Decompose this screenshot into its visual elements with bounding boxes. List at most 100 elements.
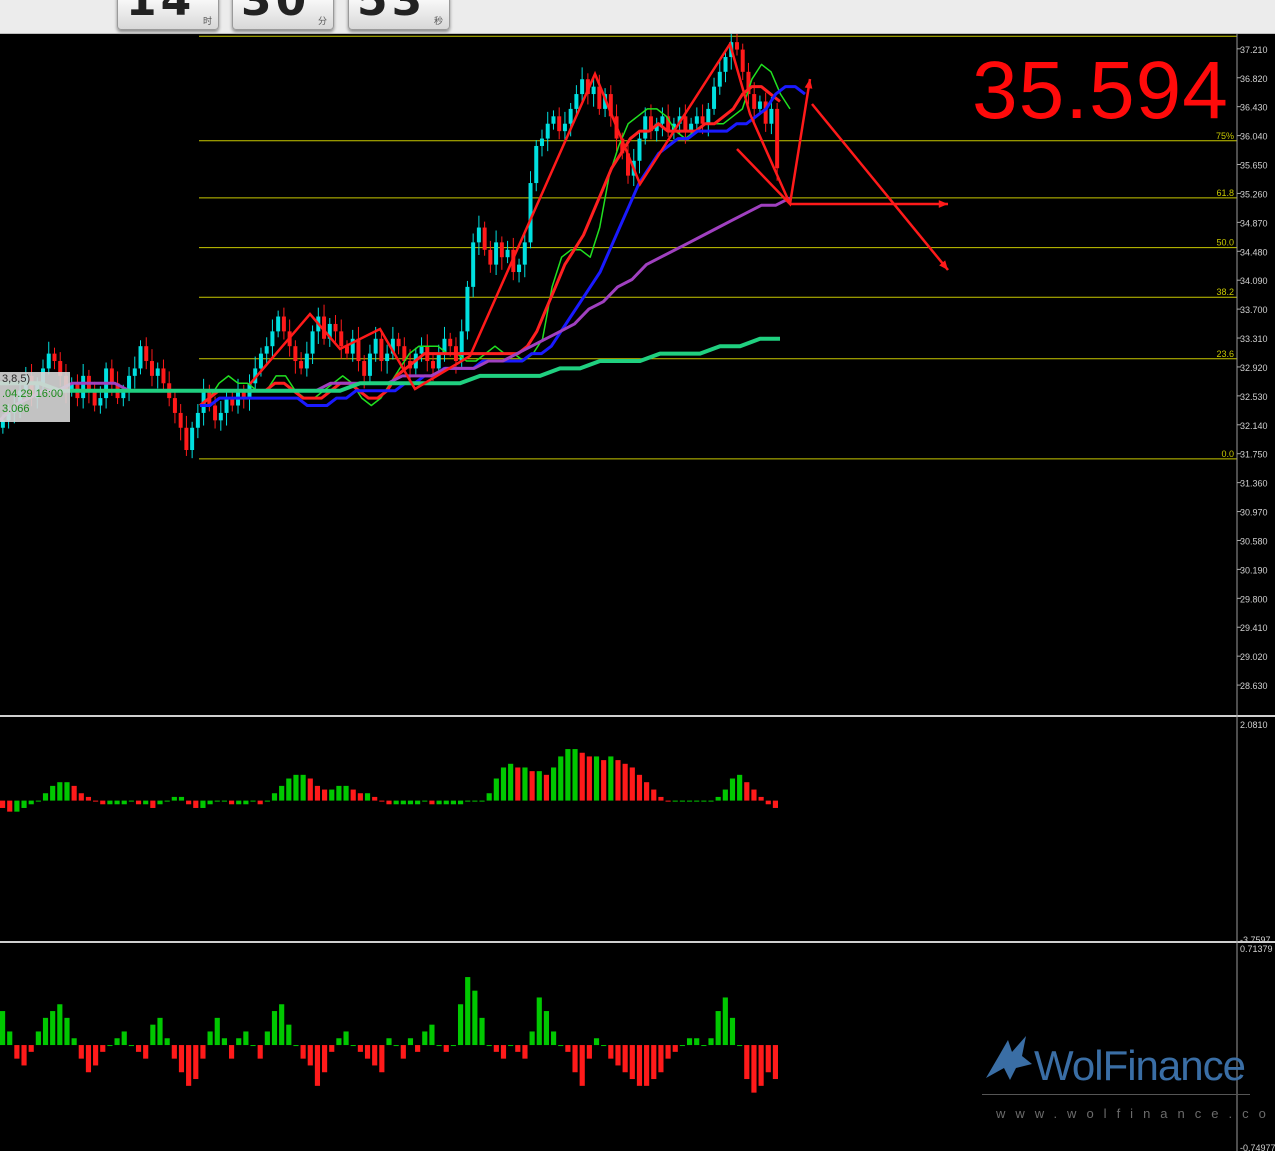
oscillator-2-bar: [50, 1011, 56, 1046]
clock-seconds-unit: 秒: [433, 16, 443, 26]
oscillator-2-bar: [508, 1045, 514, 1047]
candle-body: [683, 116, 688, 132]
candle-body: [379, 338, 384, 362]
oscillator-1-bar: [200, 800, 206, 808]
oscillator-1-bar: [515, 767, 521, 801]
candle-body: [476, 227, 481, 243]
oscillator-1-bar: [128, 800, 134, 802]
oscillator-2-bar: [314, 1045, 321, 1086]
y-tick-label: 32.530: [1240, 392, 1268, 402]
oscillator-2-bar: [71, 1038, 77, 1046]
y-tick-label: 34.870: [1240, 218, 1268, 228]
y-tick-label: 33.310: [1240, 334, 1268, 344]
y-tick-label: 32.140: [1240, 421, 1268, 431]
oscillator-1-bar: [279, 785, 285, 801]
oscillator-2-bar: [551, 1031, 557, 1046]
oscillator-2-bar: [622, 1045, 628, 1073]
ma-info-params: 3,8,5): [2, 373, 31, 385]
oscillator-1-bar: [665, 800, 671, 802]
candle-body: [499, 242, 504, 258]
oscillator-1-bar: [300, 774, 306, 801]
oscillator-1-bar: [443, 800, 449, 805]
oscillator-2-bar: [708, 1038, 714, 1046]
oscillator-2-bar: [601, 1045, 607, 1047]
oscillator-2-bar: [143, 1045, 149, 1059]
oscillator-1-bar: [7, 800, 13, 812]
oscillator-2-tick-label: -0.74977: [1240, 1143, 1275, 1151]
oscillator-2-bar: [558, 1045, 564, 1047]
oscillator-1-bar: [107, 800, 113, 805]
candle-body: [775, 108, 780, 169]
candle-body: [717, 71, 722, 87]
oscillator-2-bar: [193, 1045, 199, 1080]
oscillator-1-bar: [157, 800, 163, 805]
oscillator-1-bar: [100, 800, 106, 805]
candle-body: [494, 242, 499, 265]
ma-info-value: 3.066: [2, 403, 30, 415]
candle-body: [172, 398, 177, 413]
candle-body: [431, 361, 436, 369]
oscillator-1-bar: [42, 793, 49, 801]
oscillator-2-bar: [171, 1045, 177, 1059]
oscillator-2-bar: [178, 1045, 185, 1073]
oscillator-1-bar: [286, 778, 292, 801]
oscillator-1-bar: [429, 800, 435, 805]
candle-body: [505, 249, 510, 258]
oscillator-1-bar: [186, 800, 192, 805]
oscillator-1-bar: [457, 800, 464, 805]
oscillator-2-bar: [236, 1038, 242, 1046]
candle-body: [339, 331, 344, 347]
y-tick-label: 36.430: [1240, 103, 1268, 113]
oscillator-1-bar: [586, 756, 592, 801]
candle-body: [436, 353, 441, 369]
y-tick-label: 29.800: [1240, 594, 1268, 604]
annotation-horizontal-arrow-head: [938, 200, 948, 208]
y-tick-label: 32.920: [1240, 363, 1268, 373]
candle-body: [293, 346, 298, 362]
oscillator-1-bar: [536, 771, 542, 801]
candle-body: [224, 398, 229, 413]
y-tick-label: 36.820: [1240, 74, 1268, 84]
oscillator-1-bar: [14, 800, 20, 812]
candle-body: [712, 86, 717, 109]
oscillator-2-bar: [372, 1045, 378, 1066]
oscillator-1-bar: [85, 796, 92, 801]
oscillator-1-bar: [150, 800, 156, 808]
oscillator-2-bar: [472, 990, 478, 1046]
oscillator-1-bar: [78, 793, 84, 801]
candle-body: [270, 331, 275, 347]
oscillator-1-bar: [644, 782, 650, 801]
oscillator-2-bar: [379, 1045, 385, 1073]
oscillator-2-bar: [350, 1045, 356, 1047]
candle-body: [385, 353, 390, 362]
candle-body: [591, 86, 596, 95]
oscillator-1-bar: [493, 778, 499, 801]
oscillator-1-bar: [579, 752, 585, 801]
oscillator-2-bar: [307, 1045, 313, 1066]
candle-body: [545, 123, 550, 139]
fib-level-label: 100.0: [1211, 34, 1234, 36]
candle-body: [465, 286, 470, 332]
y-tick-label: 30.970: [1240, 508, 1268, 518]
oscillator-2-bar: [465, 977, 471, 1046]
watermark-url: www.wolfinance.com: [996, 1106, 1275, 1121]
price-axis[interactable]: 37.210 36.820 36.430 36.040 35.650 35.260 34.8…: [0, 34, 1275, 1151]
trading-chart[interactable]: 100.075%61.850.038.223.60.0 37.21036.820…: [0, 34, 1275, 1151]
candle-body: [258, 353, 263, 369]
oscillator-panel-2[interactable]: [0, 977, 778, 1093]
candle-body: [740, 49, 745, 72]
candle-body: [694, 116, 699, 124]
candle-body: [98, 398, 103, 406]
oscillator-2-bar: [322, 1045, 328, 1073]
oscillator-panel-1[interactable]: [0, 749, 778, 812]
oscillator-1-bar: [737, 774, 743, 801]
oscillator-1-bar: [322, 789, 328, 801]
annotation-down-arrow: [811, 103, 949, 271]
oscillator-2-bar: [21, 1045, 27, 1066]
oscillator-1-bar: [228, 800, 235, 805]
candle-body: [551, 116, 556, 124]
candle-body: [471, 242, 476, 287]
oscillator-2-bar: [293, 1045, 299, 1047]
oscillator-2-bar: [135, 1045, 142, 1052]
oscillator-1-bar: [636, 774, 643, 801]
